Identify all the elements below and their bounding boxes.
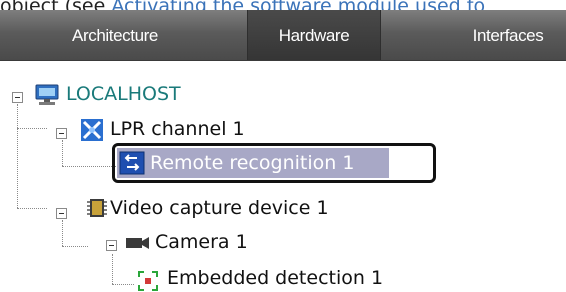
collapse-video-capture-button[interactable] [56, 208, 67, 219]
tab-hardware[interactable]: Hardware [247, 10, 381, 60]
hardware-tree: LOCALHOST LPR channel 1 Remote recogniti… [0, 60, 566, 291]
detection-icon [138, 271, 158, 291]
tab-bar: Architecture Hardware Interfaces [0, 10, 566, 61]
lpr-channel-icon [81, 119, 103, 141]
collapse-lpr-button[interactable] [56, 128, 67, 139]
collapse-localhost-button[interactable] [12, 92, 23, 103]
computer-icon [35, 84, 59, 105]
tree-connector [112, 284, 134, 285]
tree-connector [62, 166, 118, 167]
tree-connector [17, 128, 47, 129]
tree-connector [62, 140, 63, 166]
tree-connector [112, 254, 113, 284]
tab-architecture[interactable]: Architecture [40, 10, 190, 60]
tree-node-localhost[interactable]: LOCALHOST [66, 82, 181, 106]
chip-icon [87, 199, 107, 217]
camera-icon [126, 237, 149, 249]
collapse-camera-button[interactable] [106, 240, 117, 251]
tree-connector [17, 208, 47, 209]
tree-node-camera[interactable]: Camera 1 [155, 230, 248, 254]
tree-node-lpr-channel[interactable]: LPR channel 1 [110, 117, 245, 141]
tree-connector [62, 246, 88, 247]
tree-node-video-capture-device[interactable]: Video capture device 1 [110, 196, 329, 220]
tree-node-embedded-detection[interactable]: Embedded detection 1 [167, 266, 383, 290]
tree-connector [62, 220, 63, 246]
tree-connector [17, 104, 18, 208]
tab-interfaces[interactable]: Interfaces [438, 10, 566, 60]
selection-callout-frame [112, 143, 436, 183]
